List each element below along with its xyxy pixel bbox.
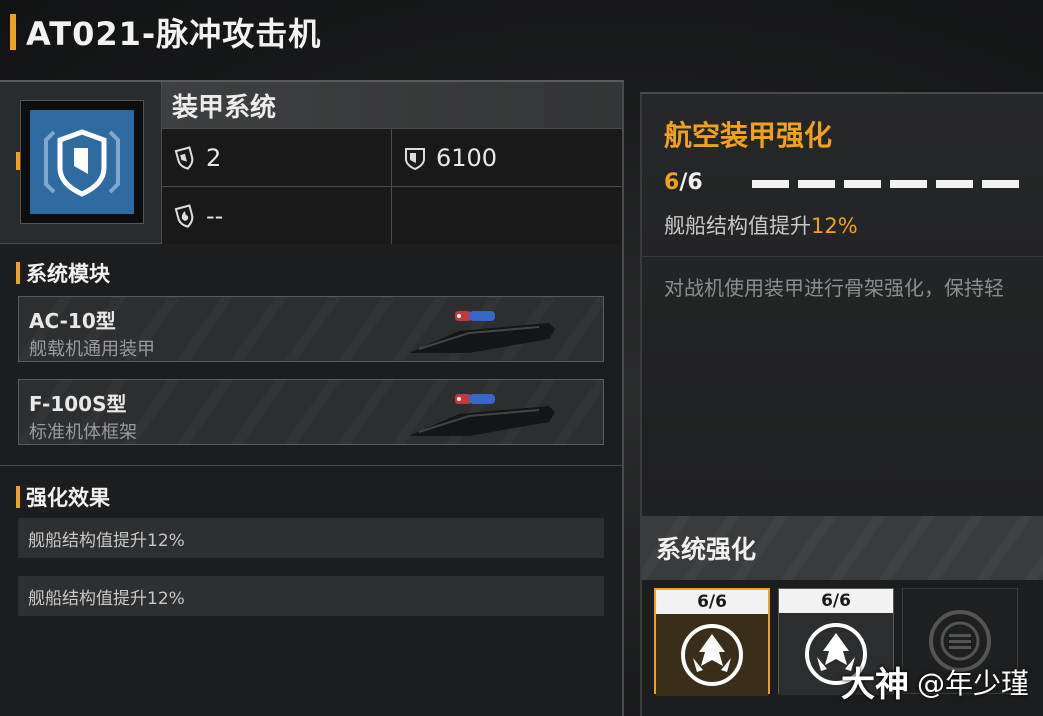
- section-title-text: 系统模块: [26, 262, 110, 286]
- upgrade-level: 6/6: [664, 170, 703, 195]
- level-max: /6: [679, 170, 703, 195]
- level-progress-pips: [752, 180, 1019, 188]
- upgrade-title: 航空装甲强化: [664, 119, 833, 152]
- level-pip: [752, 180, 789, 188]
- level-pip: [890, 180, 927, 188]
- effect-text: 舰船结构值提升: [664, 214, 811, 238]
- effects-section-title: 强化效果: [16, 482, 110, 512]
- stats-row: 2 6100: [162, 128, 622, 186]
- slot-level: 6/6: [656, 590, 768, 614]
- modules-section-title: 系统模块: [16, 258, 110, 288]
- left-panel: 装甲系统 2 6100 -- 系统模块 AC-10型 舰载机通用装甲 F-100…: [0, 80, 624, 716]
- section-divider: [0, 465, 622, 466]
- tilt-shield-icon: [174, 145, 194, 170]
- effect-row: 舰船结构值提升12%: [18, 576, 604, 616]
- stat-cell-empty: [392, 187, 622, 244]
- stat-value: 6100: [436, 143, 498, 172]
- module-name: F-100S型: [29, 392, 127, 416]
- watermark: 大神 @年少瑾: [841, 657, 1029, 706]
- slot-level: 6/6: [779, 589, 893, 613]
- fire-shield-icon: [174, 203, 194, 228]
- section-accent: [16, 262, 20, 284]
- effect-percent: 12%: [811, 214, 858, 238]
- upgrade-description: 对战机使用装甲进行骨架强化，保持轻: [664, 276, 1004, 300]
- armor-system-title: 装甲系统: [162, 82, 622, 128]
- stat-cell-hp: 6100: [392, 129, 622, 186]
- watermark-logo: 大神: [840, 665, 909, 705]
- module-card[interactable]: F-100S型 标准机体框架: [18, 379, 604, 445]
- module-art-image: [409, 311, 555, 353]
- armor-system-icon: [30, 110, 134, 214]
- section-accent: [16, 486, 20, 508]
- stat-cell-fire-resist: --: [162, 187, 392, 244]
- level-pip: [798, 180, 835, 188]
- stat-value: 2: [206, 143, 222, 172]
- armor-icon-box[interactable]: [0, 82, 162, 244]
- level-pip: [982, 180, 1019, 188]
- module-desc: 舰载机通用装甲: [29, 339, 155, 360]
- armor-icon-frame: [20, 100, 144, 224]
- level-pip: [936, 180, 973, 188]
- upgrade-effect: 舰船结构值提升12%: [664, 210, 858, 240]
- page-header: AT021-脉冲攻击机: [10, 12, 322, 53]
- system-upgrade-title: 系统强化: [642, 516, 1043, 580]
- module-card[interactable]: AC-10型 舰载机通用装甲: [18, 296, 604, 362]
- page-title: AT021-脉冲攻击机: [26, 15, 322, 53]
- module-name: AC-10型: [29, 309, 116, 333]
- watermark-user: @年少瑾: [916, 666, 1029, 700]
- level-pip: [844, 180, 881, 188]
- module-desc: 标准机体框架: [29, 422, 137, 443]
- title-accent: [10, 14, 16, 50]
- stat-value: --: [206, 201, 224, 230]
- stat-cell-evasion: 2: [162, 129, 392, 186]
- upgrade-detail-panel: 航空装甲强化 6/6 舰船结构值提升12% 对战机使用装甲进行骨架强化，保持轻: [640, 92, 1043, 516]
- module-art-image: [409, 394, 555, 436]
- slot-body: [656, 614, 768, 696]
- effect-row: 舰船结构值提升12%: [18, 518, 604, 558]
- upgrade-slot-selected[interactable]: 6/6: [654, 588, 770, 696]
- stats-row: --: [162, 186, 622, 244]
- emblem-icon: [681, 624, 743, 686]
- section-title-text: 强化效果: [26, 486, 110, 510]
- detail-divider: [642, 256, 1043, 257]
- shield-icon: [405, 147, 425, 170]
- armor-stats-grid: 装甲系统 2 6100 --: [162, 82, 622, 244]
- level-current: 6: [664, 170, 680, 195]
